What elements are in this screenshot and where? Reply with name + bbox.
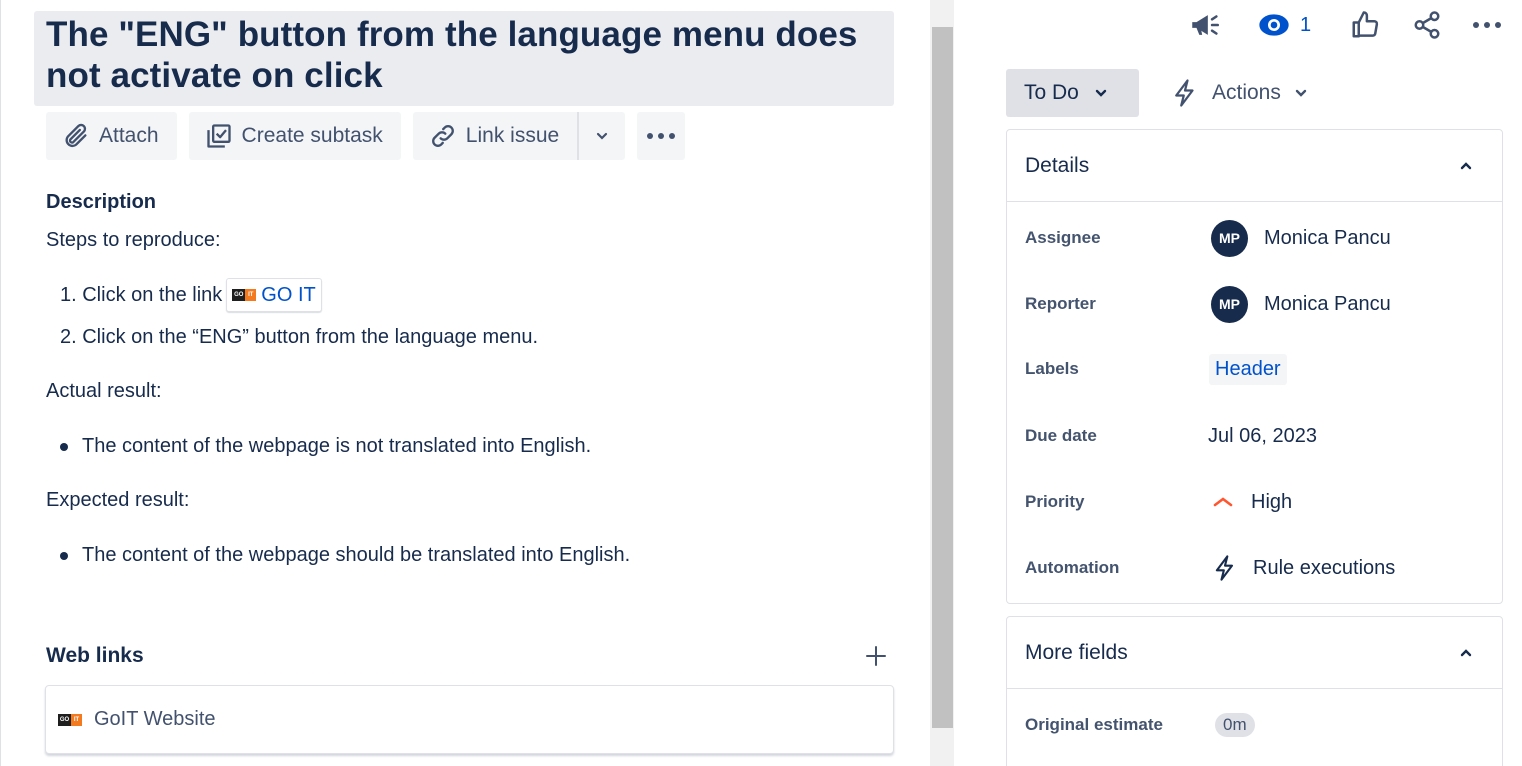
automation-value[interactable]: Rule executions [1211,553,1395,583]
automation-label: Automation [1025,558,1120,577]
label-chip-header[interactable]: Header [1209,353,1287,385]
plus-icon [866,646,886,666]
attach-label: Attach [99,124,159,147]
more-fields-panel: More fields Original estimate 0m [1006,616,1503,766]
due-date-value[interactable]: Jul 06, 2023 [1208,425,1317,448]
expected-result-item: The content of the webpage should be tra… [60,544,630,567]
create-subtask-label: Create subtask [241,124,383,147]
assignee-row: Assignee MP Monica Pancu [1025,218,1391,258]
original-estimate-row: Original estimate 0m [1025,705,1255,745]
chevron-up-icon [1460,161,1472,169]
chevron-up-icon [1460,648,1472,656]
reporter-label: Reporter [1025,294,1096,313]
web-link-card[interactable]: GO IT GoIT Website [45,685,894,754]
actions-dropdown[interactable]: Actions [1170,69,1309,117]
subtask-icon [206,124,231,148]
labels-label: Labels [1025,359,1079,378]
create-subtask-button[interactable]: Create subtask [188,112,401,160]
step-2: 2. Click on the “ENG” button from the la… [60,326,539,348]
feedback-button[interactable] [1188,8,1222,42]
go-it-link-text: GO IT [261,283,316,306]
automation-row: Automation Rule executions [1025,548,1395,588]
actual-result-heading: Actual result: [46,380,162,402]
steps-intro: Steps to reproduce: [46,229,221,251]
issue-toolbar: Attach Create subtask Link issue [46,112,686,160]
details-header[interactable]: Details [1007,130,1502,202]
add-web-link-button[interactable] [862,642,890,670]
share-icon [1414,11,1440,39]
actual-result-item: The content of the webpage is not transl… [60,435,591,458]
description-heading: Description [46,191,157,213]
due-date-label: Due date [1025,426,1097,445]
priority-value[interactable]: High [1211,490,1292,514]
more-icon [647,133,676,139]
more-fields-header[interactable]: More fields [1007,617,1502,689]
link-issue-button[interactable]: Link issue [412,112,578,160]
status-dropdown[interactable]: To Do [1006,69,1139,117]
reporter-row: Reporter MP Monica Pancu [1025,284,1391,324]
expected-result-heading: Expected result: [46,489,190,511]
attach-button[interactable]: Attach [46,112,177,160]
more-icon [1473,22,1501,28]
more-options-button[interactable] [1472,8,1502,42]
go-it-smart-link[interactable]: GO IT GO IT [226,278,322,312]
web-links-heading: Web links [46,644,144,667]
status-label: To Do [1024,81,1079,104]
priority-text: High [1251,490,1293,513]
eye-icon [1259,14,1289,36]
due-date-row: Due date Jul 06, 2023 [1025,416,1317,456]
reporter-name: Monica Pancu [1264,292,1391,315]
assignee-label: Assignee [1025,228,1101,247]
expected-result-text: The content of the webpage should be tra… [82,544,631,566]
megaphone-icon [1192,15,1220,35]
link-issue-split-button: Link issue [412,112,626,160]
original-estimate-label: Original estimate [1025,715,1163,734]
automation-text: Rule executions [1253,556,1396,579]
lightning-icon [1215,555,1234,581]
step-1-text: 1. Click on the link [60,283,223,306]
chevron-down-icon [597,132,608,140]
paperclip-icon [65,123,87,148]
details-heading: Details [1025,153,1090,177]
details-panel: Details Assignee MP Monica Pancu Reporte… [1006,129,1503,604]
original-estimate-value[interactable]: 0m [1211,713,1255,737]
actions-label: Actions [1212,81,1281,104]
link-icon [431,125,454,147]
scrollbar-thumb[interactable] [932,27,953,728]
avatar: MP [1211,219,1248,257]
thumbs-up-icon [1352,11,1379,38]
goit-logo-icon: GO IT [232,289,257,301]
watchers-count: 1 [1300,13,1312,36]
bullet-dot [60,442,68,451]
bullet-dot [60,551,68,560]
left-border [0,0,1,766]
reporter-value[interactable]: MP Monica Pancu [1211,285,1391,323]
step-1: 1. Click on the link GO IT GO IT [60,278,322,312]
assignee-name: Monica Pancu [1264,226,1391,249]
link-issue-dropdown[interactable] [577,112,626,160]
vote-button[interactable] [1350,8,1380,42]
actual-result-text: The content of the webpage is not transl… [82,435,592,457]
issue-title-field[interactable]: The "ENG" button from the language menu … [34,11,894,106]
priority-label: Priority [1025,492,1085,511]
issue-title: The "ENG" button from the language menu … [46,15,858,95]
original-estimate-chip: 0m [1215,713,1255,737]
labels-row: Labels Header [1025,349,1287,389]
watch-button[interactable]: 1 [1258,8,1311,42]
assignee-value[interactable]: MP Monica Pancu [1211,219,1391,257]
more-fields-heading: More fields [1025,640,1128,664]
link-issue-label: Link issue [465,124,560,147]
avatar: MP [1211,285,1248,323]
more-actions-button[interactable] [637,112,686,160]
priority-high-icon [1213,497,1233,507]
goit-logo-icon: GO IT [58,713,82,726]
chevron-down-icon [1095,89,1107,97]
share-button[interactable] [1412,8,1442,42]
priority-row: Priority High [1025,482,1292,522]
labels-value[interactable]: Header [1209,353,1287,385]
web-link-title: GoIT Website [94,708,216,730]
chevron-down-icon [1295,89,1307,97]
lightning-icon [1175,79,1194,107]
